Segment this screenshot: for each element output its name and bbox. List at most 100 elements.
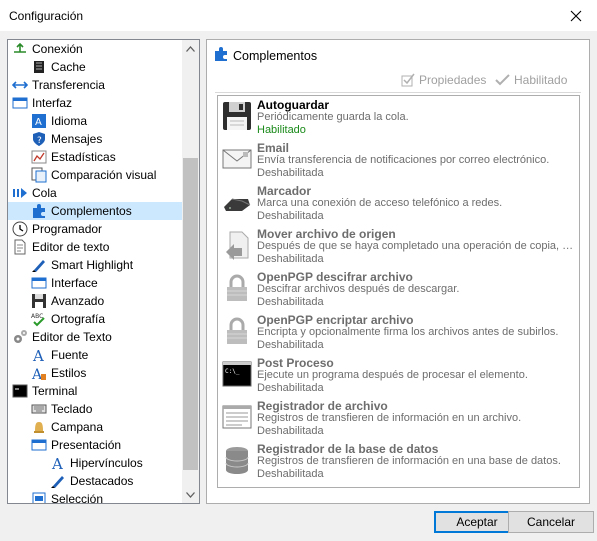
tree-item-fuente[interactable]: A Fuente [31, 346, 88, 364]
plugin-name: Registrador de archivo [257, 399, 388, 413]
keyboard-icon [31, 401, 47, 417]
plugin-name: Marcador [257, 184, 312, 198]
styles-icon: A [31, 365, 47, 381]
plugins-panel: Complementos Propiedades Habilitado Auto… [206, 39, 590, 504]
tree-scrollbar[interactable] [182, 40, 199, 503]
tree-item-label: Avanzado [51, 294, 105, 308]
tree-item-label: Idioma [51, 114, 88, 128]
terminal-icon [12, 383, 28, 399]
title-bar: Configuración [0, 0, 597, 32]
tree-item-editor-de-texto-2[interactable]: Editor de Texto [12, 328, 112, 346]
window-title: Configuración [9, 9, 84, 23]
tree-item-cola[interactable]: Cola [12, 184, 57, 202]
plugin-item-openpgp-encriptar[interactable]: OpenPGP encriptar archivo Encripta y opc… [218, 311, 579, 354]
log-file-icon [222, 401, 252, 433]
tree-item-editor-de-texto[interactable]: Editor de texto [12, 238, 109, 256]
tree-item-complementos[interactable]: Complementos [8, 202, 183, 220]
tree-item-estilos[interactable]: A Estilos [31, 364, 86, 382]
plugin-status: Deshabilitada [257, 468, 324, 480]
plugin-name: Post Proceso [257, 356, 334, 370]
tree-item-transferencia[interactable]: Transferencia [12, 76, 105, 94]
tree-item-conexion[interactable]: Conexión [12, 40, 83, 58]
statistics-icon [31, 149, 47, 165]
plugin-description: Periódicamente guarda la cola. [257, 111, 409, 123]
plugin-description: Registros de transfieren de información … [257, 455, 561, 467]
tree-item-estadisticas[interactable]: Estadísticas [31, 148, 116, 166]
tree-item-avanzado[interactable]: Avanzado [31, 292, 104, 310]
tree-item-label: Complementos [51, 204, 132, 218]
tree-item-label: Estilos [51, 366, 87, 380]
interface-icon [12, 95, 28, 111]
save-icon [31, 293, 47, 309]
tree-item-label: Cola [32, 186, 57, 200]
editor-interface-icon [31, 275, 47, 291]
tree-item-mensajes[interactable]: ? Mensajes [31, 130, 102, 148]
plugins-list[interactable]: Autoguardar Periódicamente guarda la col… [217, 95, 580, 488]
plugin-item-registrador-base-datos[interactable]: Registrador de la base de datos Registro… [218, 440, 579, 483]
tree-item-teclado[interactable]: Teclado [31, 400, 92, 418]
tree-item-idioma[interactable]: A Idioma [31, 112, 87, 130]
queue-icon [12, 185, 28, 201]
plugin-name: Email [257, 141, 290, 155]
properties-button[interactable]: Propiedades [401, 73, 486, 87]
settings-tree[interactable]: Conexión Cache Transferencia Interfaz A … [7, 39, 200, 504]
tree-item-label: Mensajes [51, 132, 103, 146]
tree-item-destacados[interactable]: Destacados [50, 472, 133, 490]
tree-item-programador[interactable]: Programador [12, 220, 102, 238]
cache-icon [31, 59, 47, 75]
pen-icon [50, 473, 66, 489]
floppy-icon [222, 100, 252, 132]
tree-item-cache[interactable]: Cache [31, 58, 86, 76]
tree-item-label: Selección [51, 492, 104, 504]
tree-item-terminal[interactable]: Terminal [12, 382, 77, 400]
plugin-item-email[interactable]: Email Envía transferencia de notificacio… [218, 139, 579, 182]
plugin-status: Deshabilitada [257, 167, 324, 179]
plugin-name: Autoguardar [257, 98, 329, 112]
panel-title: Complementos [233, 48, 318, 63]
plugin-item-mover-archivo[interactable]: Mover archivo de origen Después de que s… [218, 225, 579, 268]
highlight-icon [31, 257, 47, 273]
close-button[interactable] [555, 0, 597, 32]
tree-item-presentacion[interactable]: Presentación [31, 436, 121, 454]
tree-item-campana[interactable]: Campana [31, 418, 103, 436]
cancel-button[interactable]: Cancelar [508, 511, 594, 533]
scrollbar-thumb[interactable] [183, 158, 198, 470]
tree-item-interfaz[interactable]: Interfaz [12, 94, 72, 112]
tree-item-label: Interface [51, 276, 98, 290]
tree-item-label: Programador [32, 222, 103, 236]
tree-item-hipervinculos[interactable]: A Hipervínculos [50, 454, 143, 472]
tree-item-interface[interactable]: Interface [31, 274, 98, 292]
scroll-down-button[interactable] [182, 486, 199, 503]
plugin-item-post-proceso[interactable]: C:\_ Post Proceso Ejecute un programa de… [218, 354, 579, 397]
connection-icon [12, 41, 28, 57]
svg-text:A: A [32, 347, 44, 363]
tree-item-label: Editor de texto [32, 240, 110, 254]
tree-item-ortografia[interactable]: ABC Ortografía [31, 310, 105, 328]
plugin-item-registrador-archivo[interactable]: Registrador de archivo Registros de tran… [218, 397, 579, 440]
svg-text:C:\_: C:\_ [225, 368, 240, 375]
tree-item-comparacion-visual[interactable]: Comparación visual [31, 166, 156, 184]
plugin-description: Descifrar archivos después de descargar. [257, 283, 460, 295]
bell-icon [31, 419, 47, 435]
plugin-item-marcador[interactable]: Marcador Marca una conexión de acceso te… [218, 182, 579, 225]
tree-item-seleccion[interactable]: Selección [31, 490, 104, 504]
plugin-description: Encripta y opcionalmente firma los archi… [257, 326, 559, 338]
gears-icon [12, 329, 28, 345]
plugin-description: Marca una conexión de acceso telefónico … [257, 197, 503, 209]
tree-item-label: Terminal [32, 384, 78, 398]
transfer-icon [12, 77, 28, 93]
tree-item-label: Presentación [51, 438, 122, 452]
tree-item-label: Cache [51, 60, 86, 74]
plugin-item-openpgp-descifrar[interactable]: OpenPGP descifrar archivo Descifrar arch… [218, 268, 579, 311]
selection-icon [31, 491, 47, 503]
tree-item-label: Ortografía [51, 312, 106, 326]
tree-item-smart-highlight[interactable]: Smart Highlight [31, 256, 133, 274]
chevron-down-icon [186, 491, 195, 498]
svg-text:ABC: ABC [31, 313, 43, 320]
properties-label: Propiedades [419, 73, 487, 87]
plugin-item-autoguardar[interactable]: Autoguardar Periódicamente guarda la col… [218, 96, 579, 139]
tree-item-label: Estadísticas [51, 150, 116, 164]
scroll-up-button[interactable] [182, 40, 199, 57]
tree-item-label: Transferencia [32, 78, 105, 92]
enabled-button[interactable]: Habilitado [495, 73, 567, 87]
